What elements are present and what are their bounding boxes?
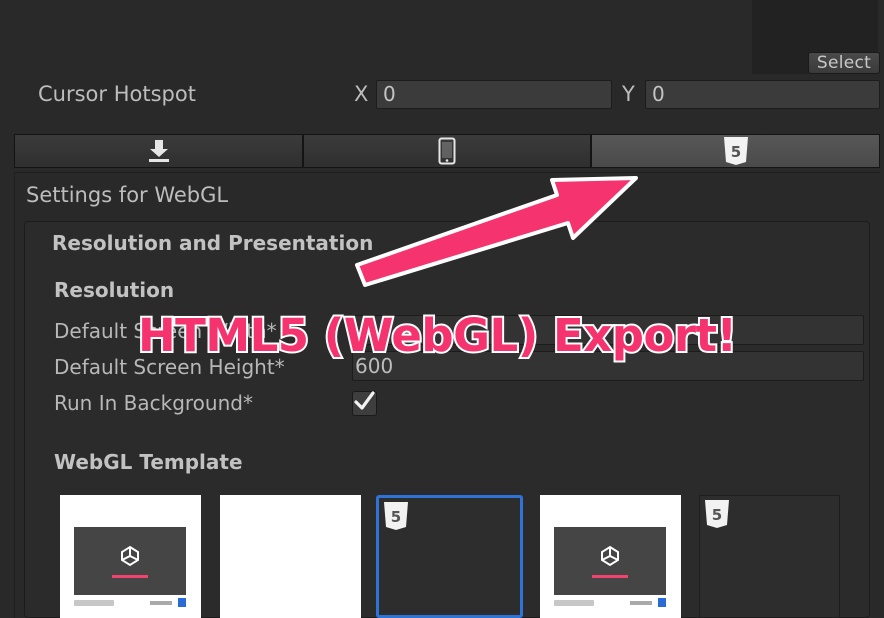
annotation-text: HTML5 (WebGL) Export! <box>136 307 739 364</box>
